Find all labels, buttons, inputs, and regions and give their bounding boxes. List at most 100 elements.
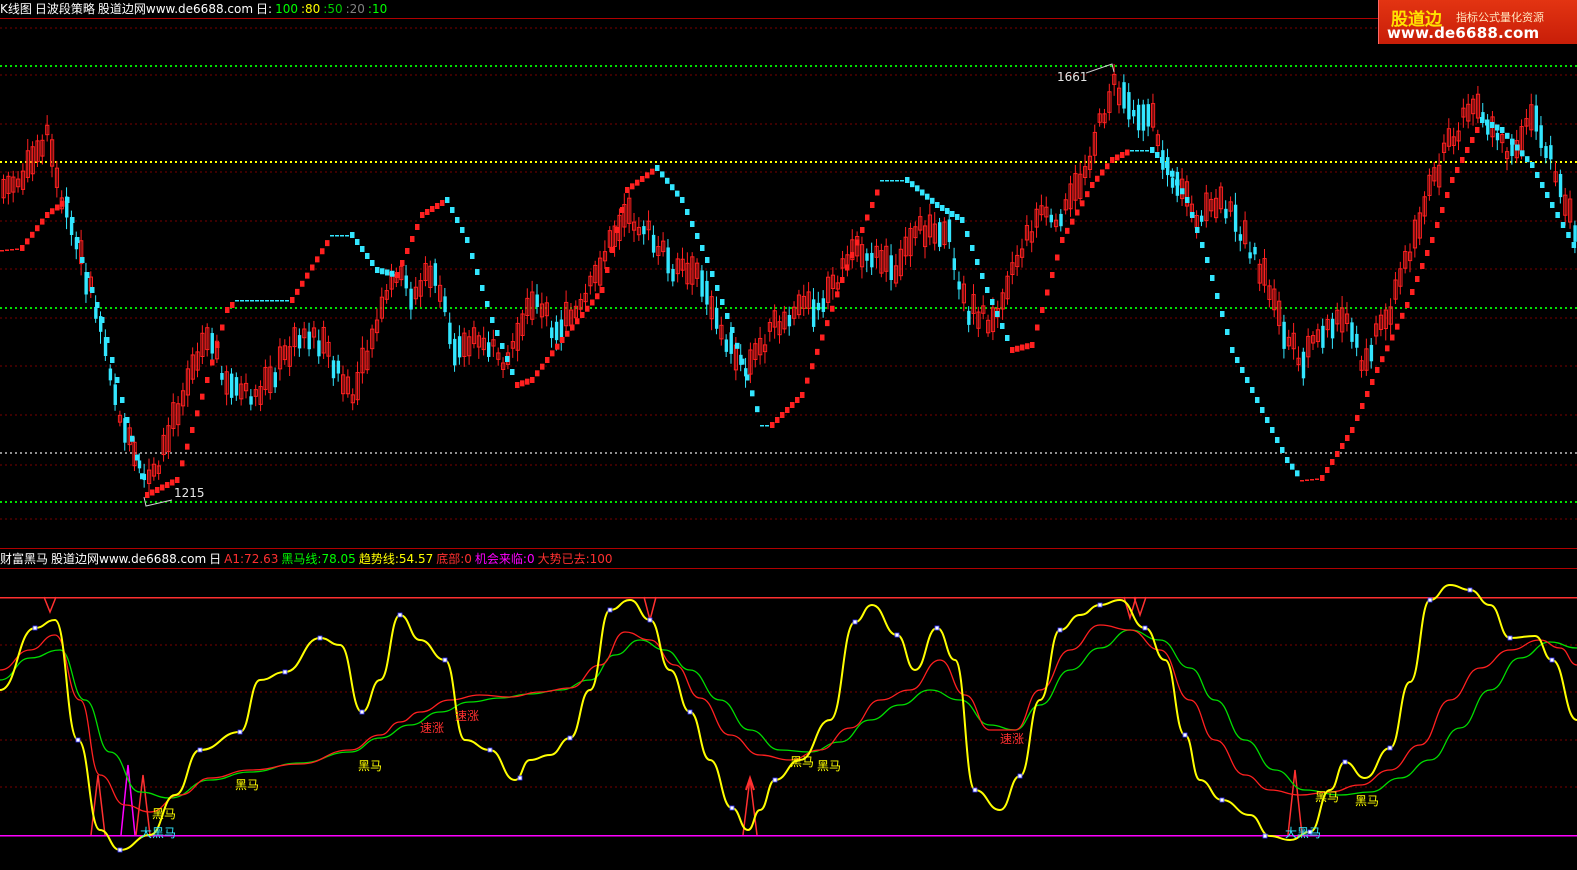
candle-body [729,332,733,354]
chart-canvas[interactable]: 1661 1215 黑马黑马黑马 黑马 黑马黑马 黑马大黑马 大黑马速涨速涨速涨 [0,0,1577,870]
swing-segment [890,180,894,182]
swing-step [425,209,430,215]
swing-step [1095,175,1100,182]
swing-step [1410,289,1415,295]
swing-step [1110,157,1115,163]
candle-body [1350,322,1354,342]
swing-step [1480,117,1485,123]
surge-label: 速涨 [455,708,479,723]
swing-step [1270,427,1275,433]
swing-step [1520,150,1525,157]
candle-body [1534,105,1538,132]
candle-body [443,296,447,313]
swing-step [305,272,310,279]
swing-step [860,227,865,233]
candle-body [1146,104,1150,127]
swing-step [665,177,670,184]
heima-label: 黑马 [1315,790,1339,804]
swing-step [1200,242,1205,248]
candle-body [952,258,956,271]
candle-body [1199,215,1204,222]
swing-step [975,259,980,265]
candle-body [1355,333,1359,348]
swing-step [525,378,530,385]
swing-step [1445,192,1450,198]
swing-step [40,218,45,225]
swing-step [520,380,525,387]
candle-body [705,280,709,305]
candle-body [671,268,675,282]
bottom-panel-border [0,568,1577,569]
swing-step [980,273,985,279]
swing-step [160,484,165,491]
candle-body [94,306,98,319]
candle-body [967,310,971,325]
candle-body [457,336,462,358]
swing-step [1045,289,1050,296]
swing-step [475,269,480,275]
swing-step [1210,275,1215,281]
swing-step [770,422,775,428]
candle-body [113,384,117,405]
trend-marker [729,805,735,811]
candle-body [331,360,336,379]
swing-step [1080,200,1085,207]
heima-label: 黑马 [817,759,841,773]
swing-segment [335,235,339,237]
trend-marker [397,612,403,618]
heima-label: 黑马 [358,759,382,773]
swing-step [450,207,455,213]
swing-step [855,239,860,246]
swing-step [365,253,370,259]
swing-step [1170,170,1175,177]
trend-marker [487,747,493,753]
trend-marker [317,635,323,641]
swing-step [1440,207,1445,213]
swing-step [120,397,125,403]
site-logo[interactable]: 股道边 指标公式量化资源 www.de6688.com [1378,0,1577,44]
swing-step [515,382,520,388]
trend-marker [1097,602,1103,608]
candle-body [1558,173,1563,198]
swing-step [35,225,40,232]
swing-step [645,172,650,179]
swing-step [1555,212,1560,218]
swing-step [670,184,675,191]
swing-step [430,206,435,212]
swing-step [1370,379,1375,385]
top-spike [43,596,57,615]
candle-body [651,234,656,253]
swing-step [1530,162,1535,168]
candle-body [1539,125,1543,148]
swing-step [140,473,145,480]
swing-step [200,393,205,400]
swing-step [55,204,60,211]
swing-step [540,363,545,370]
top-panel-header: K线图 日波段策略 股道边网www.de6688.com 日: 100:80:50:20… [0,1,390,17]
candle-body [137,460,142,469]
trend-marker [1507,635,1513,641]
swing-step [1345,435,1350,441]
swing-step [660,171,665,178]
swing-step [700,245,705,251]
swing-step [1215,293,1220,299]
swing-step [750,390,755,397]
swing-step [85,272,90,278]
swing-step [1035,324,1040,331]
candlestick-series[interactable] [1,64,1577,494]
swing-step [180,460,185,467]
swing-step [565,330,570,337]
trend-marker [517,775,523,781]
swing-segment [275,300,279,302]
swing-step [65,197,70,203]
swing-step [95,302,100,308]
swing-step [405,248,410,254]
swing-step [25,238,30,245]
swing-step [325,240,330,247]
swing-step [600,287,605,293]
swing-step [175,477,180,483]
signal-spikes [43,596,1303,836]
trend-marker [442,657,448,663]
trend-marker [32,625,38,631]
candle-body [1049,214,1053,223]
